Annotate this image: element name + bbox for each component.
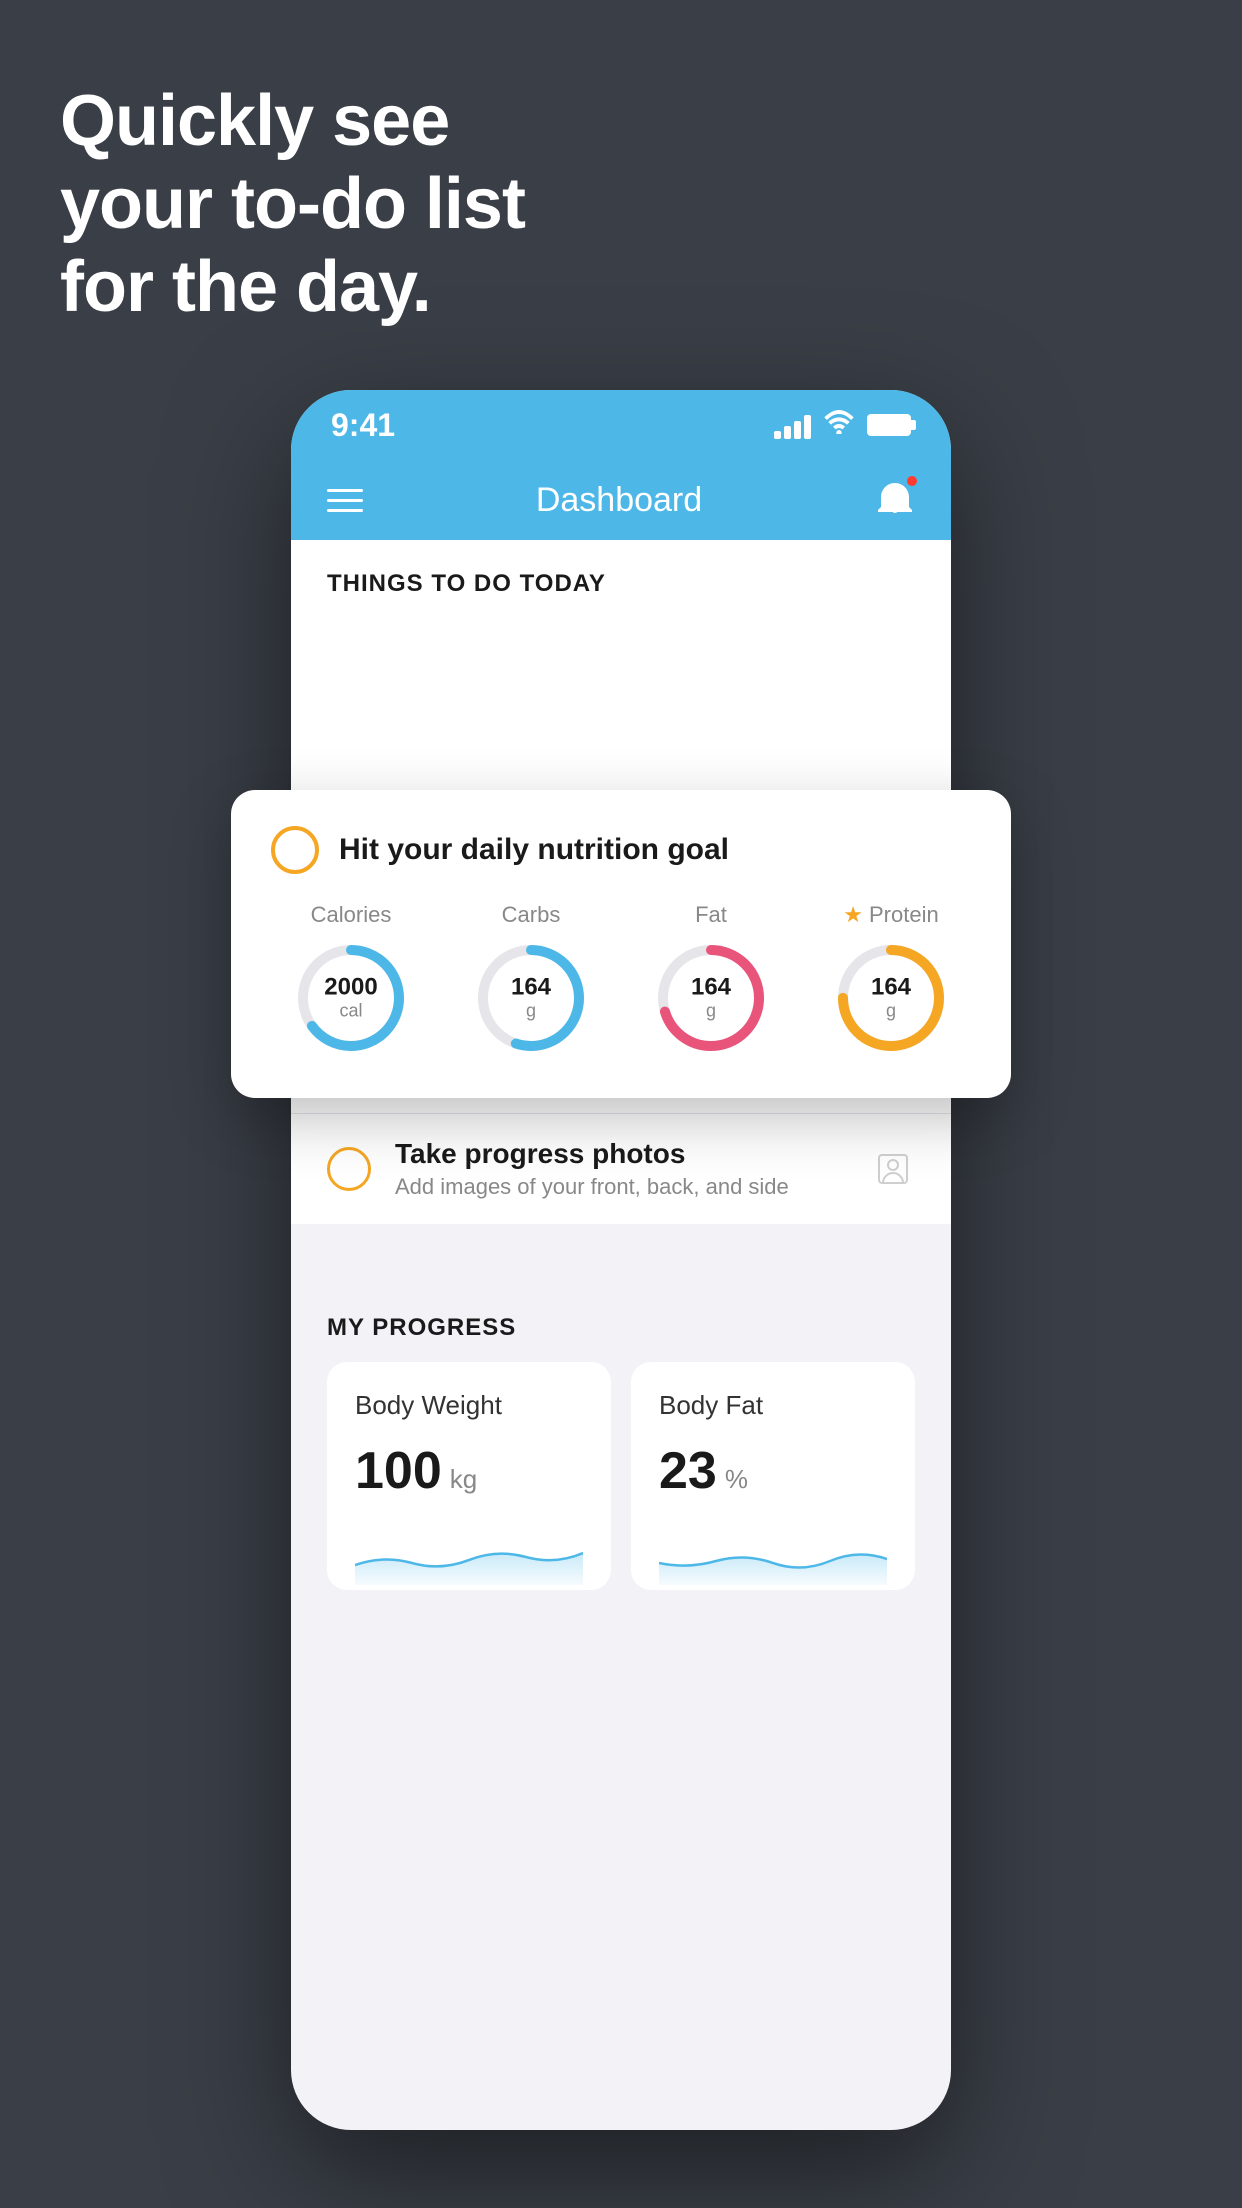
todo-text-photos: Take progress photos Add images of your … — [395, 1138, 847, 1200]
progress-card-body-fat[interactable]: Body Fat 23 % — [631, 1362, 915, 1590]
star-icon: ★ — [843, 902, 863, 928]
status-icons — [774, 410, 911, 441]
section-today-title: THINGS TO DO TODAY — [327, 570, 606, 597]
nutrition-item-fat: Fat 164 g — [631, 902, 791, 1058]
progress-section: MY PROGRESS Body Weight 100 kg — [291, 1284, 951, 1610]
person-icon — [871, 1147, 915, 1191]
nav-bar: Dashboard — [291, 460, 951, 540]
nutrition-item-protein: ★ Protein 164 g — [811, 902, 971, 1058]
donut-text-protein: 164 g — [871, 974, 911, 1021]
donut-protein: 164 g — [831, 938, 951, 1058]
donut-fat: 164 g — [651, 938, 771, 1058]
nutrition-item-carbs: Carbs 164 g — [451, 902, 611, 1058]
progress-value-row-fat: 23 % — [659, 1441, 887, 1501]
donut-unit-protein: g — [871, 1001, 911, 1022]
status-time: 9:41 — [331, 407, 395, 444]
donut-unit-carbs: g — [511, 1001, 551, 1022]
donut-value-fat: 164 — [691, 974, 731, 1000]
donut-text-fat: 164 g — [691, 974, 731, 1021]
headline-line1: Quickly see — [60, 80, 525, 163]
status-bar: 9:41 — [291, 390, 951, 460]
headline: Quickly see your to-do list for the day. — [60, 80, 525, 328]
todo-item-photos[interactable]: Take progress photos Add images of your … — [291, 1114, 951, 1224]
nutrition-card-header: Hit your daily nutrition goal — [271, 826, 971, 874]
progress-card-body-weight[interactable]: Body Weight 100 kg — [327, 1362, 611, 1590]
nutrition-grid: Calories 2000 cal Carbs — [271, 902, 971, 1058]
nutrition-label-fat: Fat — [695, 902, 727, 928]
nutrition-circle-check — [271, 826, 319, 874]
nutrition-label-protein: ★ Protein — [843, 902, 938, 928]
progress-section-title: MY PROGRESS — [327, 1314, 915, 1342]
todo-title-photos: Take progress photos — [395, 1138, 847, 1170]
weight-wave-chart — [355, 1525, 583, 1585]
progress-unit-weight: kg — [450, 1464, 477, 1495]
nutrition-label-protein-text: Protein — [869, 902, 939, 928]
phone-frame: 9:41 — [291, 390, 951, 2130]
progress-value-weight: 100 — [355, 1441, 442, 1501]
notification-bell-button[interactable] — [875, 478, 915, 523]
donut-value-carbs: 164 — [511, 974, 551, 1000]
donut-calories: 2000 cal — [291, 938, 411, 1058]
mid-spacer — [291, 1224, 951, 1284]
progress-unit-fat: % — [725, 1464, 748, 1495]
section-today-header: THINGS TO DO TODAY — [291, 540, 951, 614]
signal-icon — [774, 411, 811, 439]
nutrition-label-calories: Calories — [311, 902, 392, 928]
wifi-icon — [823, 410, 855, 441]
nutrition-card: Hit your daily nutrition goal Calories 2… — [231, 790, 1011, 1098]
progress-card-title-fat: Body Fat — [659, 1390, 887, 1421]
donut-unit-fat: g — [691, 1001, 731, 1022]
donut-unit-calories: cal — [324, 1001, 377, 1022]
donut-value-protein: 164 — [871, 974, 911, 1000]
nutrition-card-title: Hit your daily nutrition goal — [339, 833, 729, 867]
hamburger-menu-icon[interactable] — [327, 489, 363, 512]
donut-carbs: 164 g — [471, 938, 591, 1058]
headline-line2: your to-do list — [60, 163, 525, 246]
donut-value-calories: 2000 — [324, 974, 377, 1000]
todo-subtitle-photos: Add images of your front, back, and side — [395, 1174, 847, 1200]
progress-cards: Body Weight 100 kg — [327, 1362, 915, 1590]
donut-text-calories: 2000 cal — [324, 974, 377, 1021]
nav-title: Dashboard — [536, 481, 702, 520]
progress-card-title-weight: Body Weight — [355, 1390, 583, 1421]
headline-line3: for the day. — [60, 246, 525, 329]
phone-frame-wrapper: 9:41 — [291, 390, 951, 2130]
donut-text-carbs: 164 g — [511, 974, 551, 1021]
notification-dot — [905, 474, 919, 488]
progress-value-row-weight: 100 kg — [355, 1441, 583, 1501]
fat-wave-chart — [659, 1525, 887, 1585]
battery-icon — [867, 414, 911, 436]
nutrition-label-carbs: Carbs — [502, 902, 561, 928]
todo-circle-photos — [327, 1147, 371, 1191]
progress-value-fat: 23 — [659, 1441, 717, 1501]
nutrition-item-calories: Calories 2000 cal — [271, 902, 431, 1058]
